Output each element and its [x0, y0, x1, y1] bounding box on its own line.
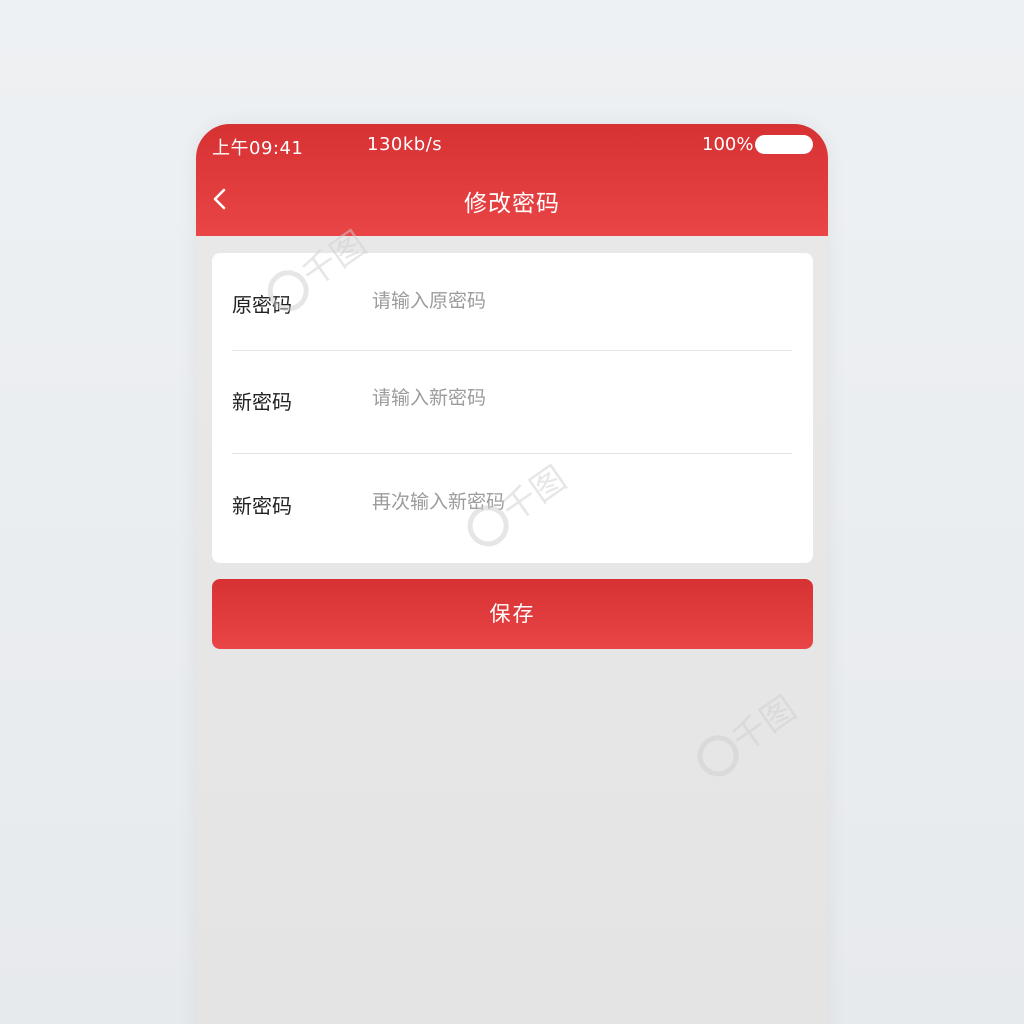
battery-icon — [755, 135, 813, 154]
page-title: 修改密码 — [464, 191, 560, 217]
app-header: 上午09:41 130kb/s 100% 修改密码 — [196, 124, 828, 236]
status-battery-percent: 100% — [702, 134, 754, 155]
confirm-password-label: 新密码 — [232, 494, 292, 518]
old-password-input[interactable] — [372, 285, 772, 317]
password-form-card: 原密码 新密码 新密码 — [212, 253, 813, 563]
form-row-confirm-password: 新密码 — [212, 454, 813, 563]
status-time: 上午09:41 — [212, 138, 304, 159]
new-password-label: 新密码 — [232, 390, 292, 414]
phone-screen: 上午09:41 130kb/s 100% 修改密码 原密码 新密码 新密码 保存 — [196, 124, 828, 1024]
save-button[interactable]: 保存 — [212, 579, 813, 649]
form-row-old-password: 原密码 — [212, 253, 813, 350]
confirm-password-input[interactable] — [372, 486, 772, 518]
new-password-input[interactable] — [372, 382, 772, 414]
form-row-new-password: 新密码 — [212, 351, 813, 453]
status-network-speed: 130kb/s — [367, 134, 443, 155]
old-password-label: 原密码 — [232, 293, 292, 317]
